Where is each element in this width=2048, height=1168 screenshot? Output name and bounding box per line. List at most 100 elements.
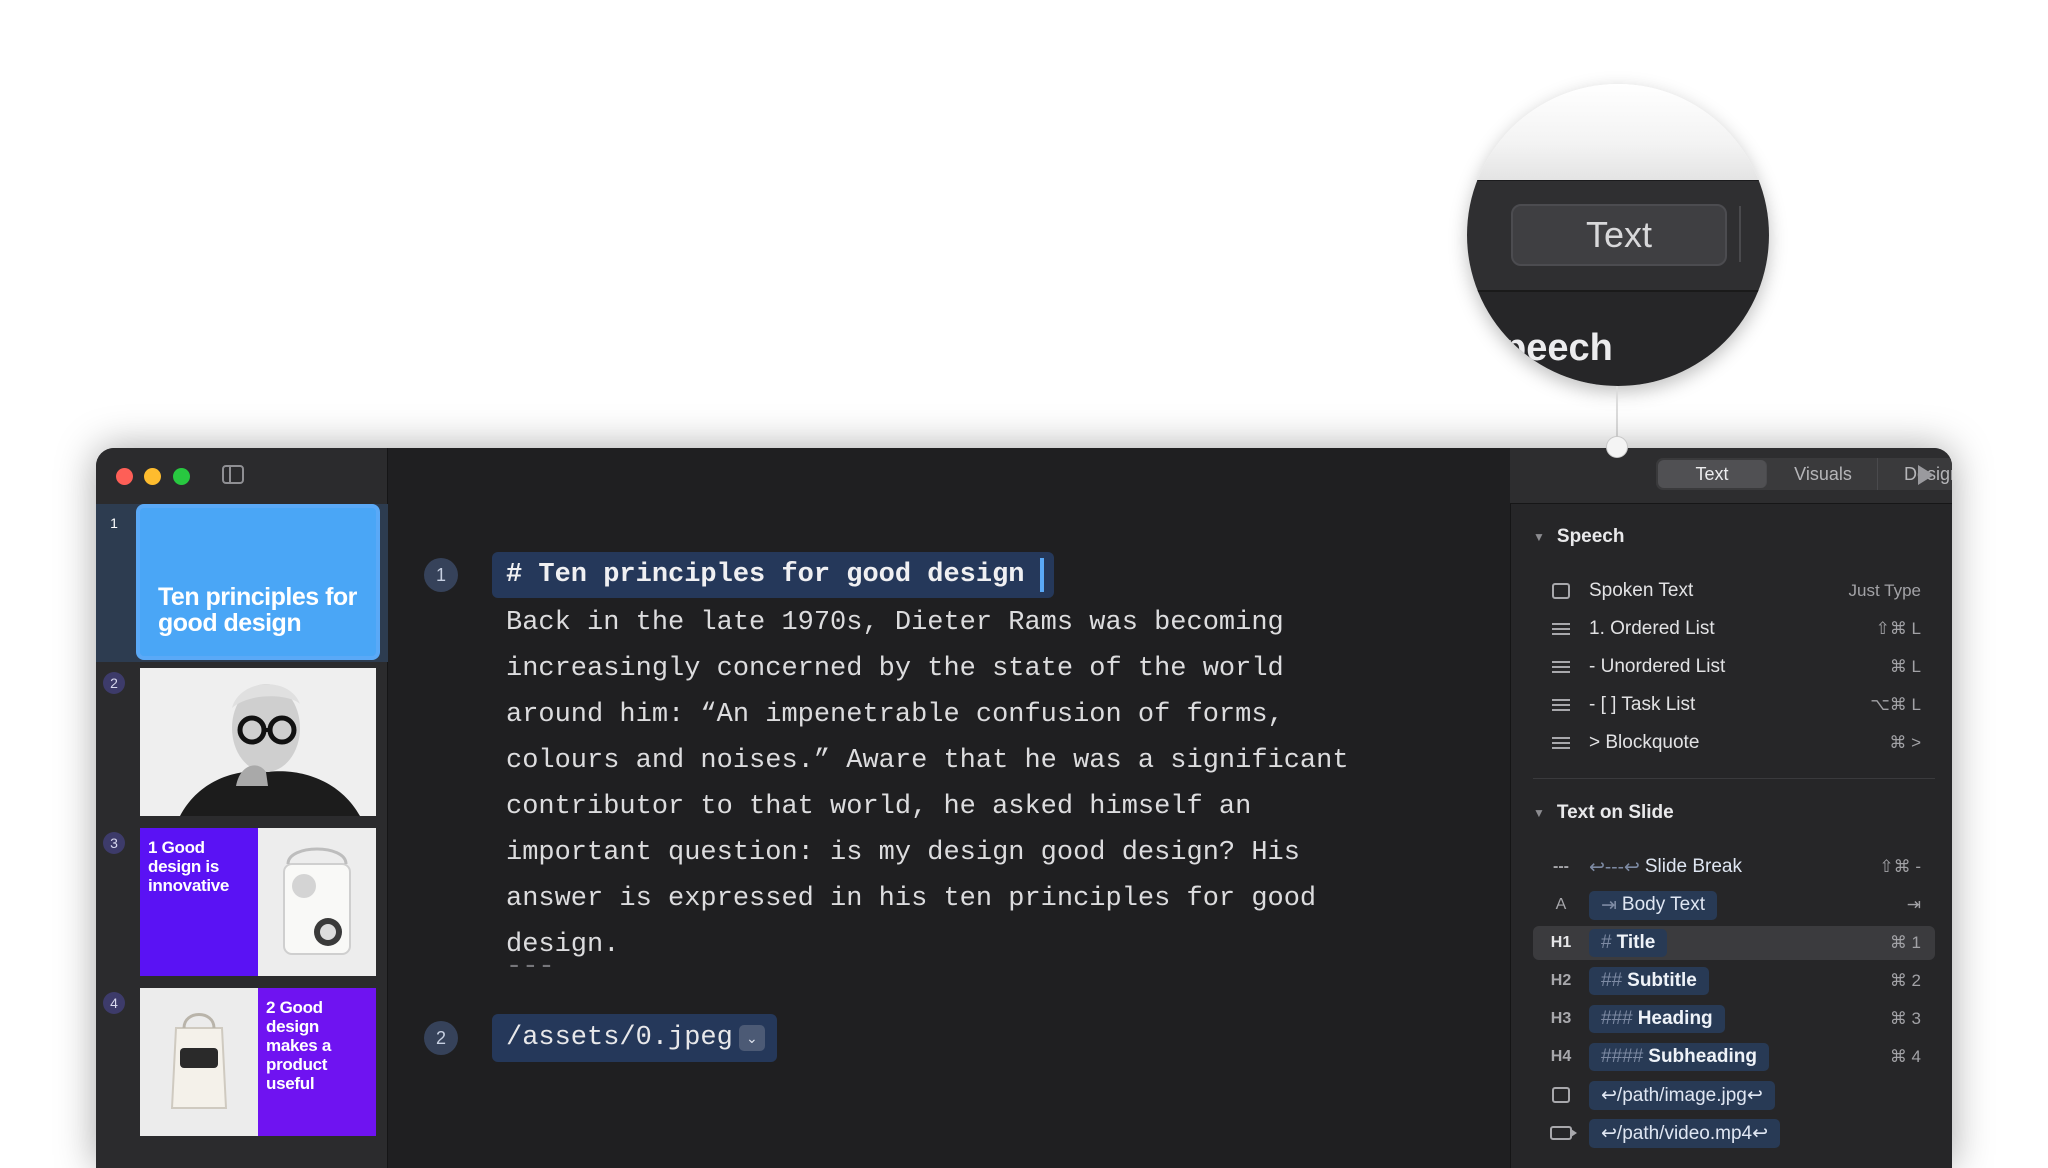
row-shortcut: ⌘ L bbox=[1889, 657, 1921, 676]
slide-marker-2[interactable]: 2 bbox=[424, 1021, 458, 1055]
magnifier-stem bbox=[1616, 386, 1618, 442]
editor-title-line[interactable]: # Ten principles for good design bbox=[492, 552, 1055, 598]
tab-text[interactable]: Text bbox=[1658, 460, 1767, 488]
image-path-label: ↩/path/image.jpg↩ bbox=[1589, 1080, 1775, 1110]
blockquote-icon bbox=[1541, 737, 1581, 749]
subtitle-label: Subtitle bbox=[1627, 970, 1697, 991]
row-marker: H3 bbox=[1550, 1010, 1572, 1027]
slide-title-text: Ten principles for good design bbox=[158, 583, 357, 637]
markdown-editor[interactable]: 1 # Ten principles for good design Back … bbox=[388, 504, 1510, 1168]
markdown-prefix: #### bbox=[1601, 1046, 1644, 1067]
row-label: - [ ] Task List bbox=[1589, 694, 1696, 715]
markdown-prefix: # bbox=[1601, 932, 1612, 953]
row-marker: H1 bbox=[1550, 934, 1572, 951]
row-marker: H2 bbox=[1550, 972, 1572, 989]
markdown-prefix: ⇥ bbox=[1601, 894, 1617, 916]
slide-preview: 2 Good design makes a product useful bbox=[140, 988, 376, 1136]
slide-thumbnail-2[interactable]: 2 bbox=[96, 664, 388, 822]
video-row[interactable]: ↩/path/video.mp4↩ bbox=[1533, 1116, 1935, 1150]
slide-text: 1 Good design is innovative bbox=[140, 828, 258, 976]
editor-slide-break[interactable]: --- bbox=[506, 952, 555, 982]
editor-asset-line[interactable]: /assets/0.jpeg ⌄ bbox=[492, 1014, 777, 1062]
heading-label: Heading bbox=[1637, 1008, 1713, 1029]
minimize-window-button[interactable] bbox=[144, 468, 161, 485]
row-label: ⇥ Body Text bbox=[1589, 890, 1718, 920]
slide-sidebar: 1 Ten principles for good design 2 3 1 G… bbox=[96, 448, 388, 1168]
slide-thumbnail-3[interactable]: 3 1 Good design is innovative bbox=[96, 824, 388, 982]
magnified-tab-divider bbox=[1739, 206, 1741, 262]
row-label: ## Subtitle bbox=[1589, 967, 1709, 995]
chevron-down-icon[interactable]: ⌄ bbox=[738, 1025, 765, 1051]
body-text-label: Body Text bbox=[1621, 894, 1706, 915]
heading-row[interactable]: H3 ### Heading ⌘ 3 bbox=[1533, 1002, 1935, 1036]
ordered-list-row[interactable]: 1. Ordered List ⇧⌘ L bbox=[1533, 612, 1935, 646]
markdown-prefix: ↩---↩ bbox=[1589, 856, 1640, 878]
subtitle-row[interactable]: H2 ## Subtitle ⌘ 2 bbox=[1533, 964, 1935, 998]
row-label: ↩---↩ Slide Break bbox=[1589, 853, 1754, 882]
magnifier-anchor-dot bbox=[1606, 436, 1628, 458]
editor-area: 1 # Ten principles for good design Back … bbox=[388, 448, 1510, 1168]
slide-thumbnail-4[interactable]: 4 2 Good design makes a product useful bbox=[96, 984, 388, 1142]
image-icon bbox=[1541, 1087, 1581, 1103]
sidebar-toggle-icon[interactable] bbox=[222, 465, 244, 484]
unordered-list-row[interactable]: - Unordered List ⌘ L bbox=[1533, 650, 1935, 684]
row-marker: --- bbox=[1553, 858, 1569, 875]
row-shortcut: ⌥⌘ L bbox=[1870, 695, 1921, 714]
slide-text: 2 Good design makes a product useful bbox=[258, 988, 376, 1136]
radio-product-image bbox=[258, 828, 376, 976]
slide-break-label: Slide Break bbox=[1644, 856, 1742, 877]
play-icon[interactable] bbox=[1918, 465, 1934, 485]
row-label: 1. Ordered List bbox=[1589, 618, 1715, 639]
chevron-down-icon: ▼ bbox=[1533, 806, 1545, 820]
row-marker: H4 bbox=[1550, 1048, 1572, 1065]
row-shortcut: ⌘ 4 bbox=[1889, 1047, 1921, 1066]
task-list-row[interactable]: - [ ] Task List ⌥⌘ L bbox=[1533, 688, 1935, 722]
row-shortcut: ⌘ > bbox=[1889, 733, 1921, 752]
sidebar-titlebar bbox=[96, 448, 387, 504]
tab-design[interactable]: Design bbox=[1878, 458, 1952, 490]
slide-preview-portrait bbox=[140, 668, 376, 816]
slide-number: 2 bbox=[103, 672, 125, 694]
slide-number: 1 bbox=[110, 515, 118, 531]
tab-visuals[interactable]: Visuals bbox=[1769, 458, 1878, 490]
title-row[interactable]: H1 # Title ⌘ 1 bbox=[1533, 926, 1935, 960]
slide-break-row[interactable]: --- ↩---↩ Slide Break ⇧⌘ - bbox=[1533, 850, 1935, 884]
title-label: Title bbox=[1616, 932, 1656, 953]
slide-number: 3 bbox=[103, 832, 125, 854]
row-shortcut: ⌘ 2 bbox=[1889, 971, 1921, 990]
video-path-label: ↩/path/video.mp4↩ bbox=[1589, 1118, 1781, 1148]
asset-path: /assets/0.jpeg bbox=[506, 1023, 733, 1053]
magnified-text-tab: Text bbox=[1511, 204, 1727, 266]
row-label: Spoken Text bbox=[1589, 580, 1694, 601]
row-label: #### Subheading bbox=[1589, 1043, 1770, 1071]
chevron-down-icon: ▼ bbox=[1533, 530, 1545, 544]
row-shortcut: ⇧⌘ - bbox=[1879, 857, 1921, 876]
app-window: 1 Ten principles for good design 2 3 1 G… bbox=[96, 448, 1952, 1168]
editor-body-text[interactable]: Back in the late 1970s, Dieter Rams was … bbox=[506, 600, 1406, 968]
text-on-slide-section-header[interactable]: ▼ Text on Slide bbox=[1533, 802, 1674, 824]
slide-marker-1[interactable]: 1 bbox=[424, 558, 458, 592]
task-list-icon bbox=[1541, 699, 1581, 711]
row-shortcut: ⇧⌘ L bbox=[1875, 619, 1921, 638]
speech-header-label: Speech bbox=[1556, 526, 1625, 547]
portrait-image bbox=[140, 668, 376, 816]
ordered-list-icon bbox=[1541, 623, 1581, 635]
formatting-panel: ▼ Speech Spoken Text Just Type 1. Ordere… bbox=[1510, 504, 1952, 1168]
row-shortcut: ⇥ bbox=[1906, 895, 1921, 914]
speech-section-header[interactable]: ▼ Speech bbox=[1533, 526, 1624, 548]
row-label: - Unordered List bbox=[1589, 656, 1726, 677]
markdown-prefix: ### bbox=[1601, 1008, 1633, 1029]
slide-thumbnail-1[interactable]: 1 Ten principles for good design bbox=[96, 504, 388, 662]
close-window-button[interactable] bbox=[116, 468, 133, 485]
speech-bubble-icon bbox=[1541, 583, 1581, 599]
row-label: ### Heading bbox=[1589, 1005, 1725, 1033]
zoom-window-button[interactable] bbox=[173, 468, 190, 485]
image-row[interactable]: ↩/path/image.jpg↩ bbox=[1533, 1078, 1935, 1112]
blockquote-row[interactable]: > Blockquote ⌘ > bbox=[1533, 726, 1935, 760]
spoken-text-row[interactable]: Spoken Text Just Type bbox=[1533, 574, 1935, 608]
markdown-prefix: ## bbox=[1601, 970, 1623, 991]
row-shortcut: ⌘ 1 bbox=[1889, 933, 1921, 952]
body-text-row[interactable]: A ⇥ Body Text ⇥ bbox=[1533, 888, 1935, 922]
magnifier-callout: Text peech bbox=[1467, 84, 1769, 386]
subheading-row[interactable]: H4 #### Subheading ⌘ 4 bbox=[1533, 1040, 1935, 1074]
